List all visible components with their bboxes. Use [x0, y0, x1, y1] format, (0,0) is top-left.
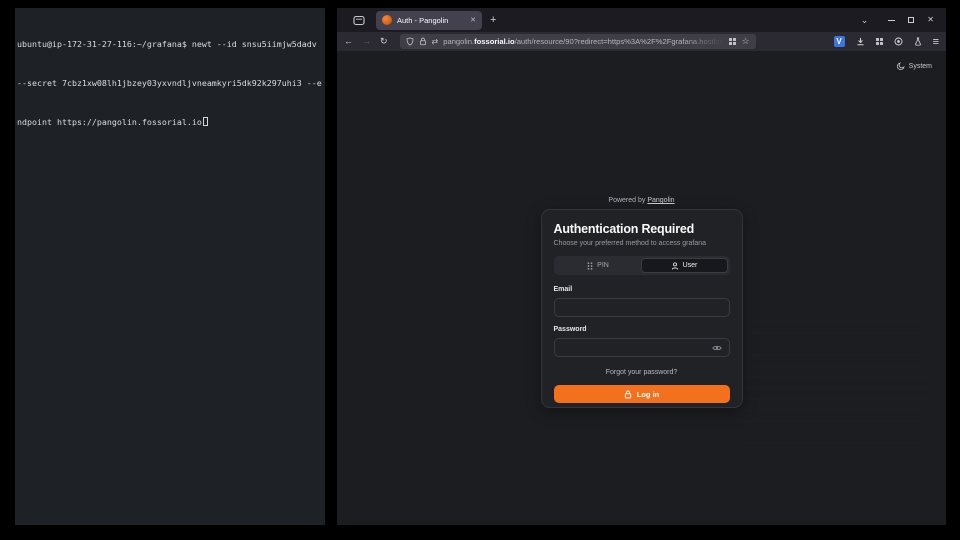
dialpad-icon — [587, 262, 593, 270]
desktop: ubuntu@ip-172-31-27-116:~/grafana$ newt … — [0, 0, 960, 540]
browser-tab-bar: Auth - Pangolin ✕ + ⌄ ✕ — [337, 8, 946, 32]
minimize-button[interactable] — [888, 20, 895, 21]
window-close-button[interactable]: ✕ — [927, 16, 934, 24]
forward-button[interactable]: → — [362, 37, 371, 46]
tab-title: Auth - Pangolin — [397, 16, 465, 25]
tab-user[interactable]: User — [641, 258, 728, 273]
terminal-line: --secret 7cbz1xw08lh1jbzey03yxvndljvneam… — [17, 77, 323, 90]
pangolin-link[interactable]: Pangolin — [647, 197, 674, 204]
terminal-line: ubuntu@ip-172-31-27-116:~/grafana$ newt … — [17, 38, 323, 51]
account-icon[interactable] — [894, 37, 903, 46]
back-button[interactable]: ← — [344, 37, 353, 46]
maximize-button[interactable] — [908, 17, 914, 23]
auth-method-tabs: PIN User — [554, 256, 730, 275]
firefox-view-icon[interactable] — [351, 12, 367, 28]
pangolin-favicon — [382, 15, 392, 25]
url-host-prefix: pangolin. — [443, 37, 474, 46]
lock-icon[interactable] — [419, 37, 427, 46]
browser-window: Auth - Pangolin ✕ + ⌄ ✕ ← → ↻ ⇄ pangolin… — [337, 8, 946, 525]
extensions-puzzle-icon[interactable] — [876, 38, 883, 45]
auth-page: System Powered by Pangolin Authenticatio… — [337, 51, 946, 525]
auth-card: Authentication Required Choose your pref… — [541, 209, 743, 408]
login-button[interactable]: Log in — [554, 385, 730, 403]
new-tab-button[interactable]: + — [490, 14, 496, 26]
show-password-eye-icon[interactable] — [712, 344, 722, 351]
flask-icon[interactable] — [914, 37, 922, 46]
url-domain: fossorial.io — [474, 37, 515, 46]
hamburger-menu-icon[interactable]: ≡ — [933, 36, 939, 48]
password-label: Password — [554, 326, 730, 333]
card-subtitle: Choose your preferred method to access g… — [554, 240, 730, 247]
list-tabs-chevron-icon[interactable]: ⌄ — [861, 15, 869, 26]
login-button-label: Log in — [637, 390, 660, 399]
password-input[interactable] — [554, 338, 730, 357]
url-bar[interactable]: ⇄ pangolin.fossorial.io/auth/resource/90… — [400, 34, 756, 49]
browser-tab-active[interactable]: Auth - Pangolin ✕ — [376, 11, 482, 30]
window-controls: ✕ — [888, 16, 934, 24]
user-icon — [671, 262, 679, 270]
theme-toggle[interactable]: System — [897, 62, 932, 70]
tab-pin[interactable]: PIN — [556, 258, 641, 273]
tracking-shield-icon[interactable] — [406, 37, 414, 46]
reload-button[interactable]: ↻ — [380, 37, 388, 46]
theme-toggle-label: System — [909, 63, 932, 70]
url-path: /auth/resource/90?redirect=https%3A%2F%2… — [515, 37, 725, 46]
terminal-line: ndpoint https://pangolin.fossorial.io — [17, 116, 323, 129]
toolbar-icons: V ≡ — [834, 36, 939, 48]
bookmark-star-icon[interactable]: ☆ — [741, 36, 749, 47]
powered-by: Powered by Pangolin — [337, 197, 946, 204]
terminal-window[interactable]: ubuntu@ip-172-31-27-116:~/grafana$ newt … — [15, 8, 325, 525]
terminal-cursor — [203, 117, 208, 126]
downloads-icon[interactable] — [856, 37, 865, 46]
connection-arrows-icon[interactable]: ⇄ — [432, 37, 439, 46]
extension-v-icon[interactable]: V — [834, 36, 845, 47]
shortcuts-grid-icon[interactable] — [729, 38, 736, 45]
powered-by-text: Powered by — [608, 197, 645, 204]
tab-user-label: User — [683, 262, 698, 269]
email-input[interactable] — [554, 298, 730, 317]
forgot-password-link[interactable]: Forgot your password? — [554, 369, 730, 376]
tab-close-icon[interactable]: ✕ — [470, 16, 476, 24]
browser-nav-bar: ← → ↻ ⇄ pangolin.fossorial.io/auth/resou… — [337, 32, 946, 51]
moon-icon — [897, 62, 905, 70]
tab-pin-label: PIN — [597, 262, 609, 269]
card-title: Authentication Required — [554, 222, 730, 236]
terminal-line-text: ndpoint https://pangolin.fossorial.io — [17, 117, 202, 127]
email-label: Email — [554, 286, 730, 293]
login-lock-icon — [624, 390, 632, 399]
url-text[interactable]: pangolin.fossorial.io/auth/resource/90?r… — [443, 37, 724, 46]
